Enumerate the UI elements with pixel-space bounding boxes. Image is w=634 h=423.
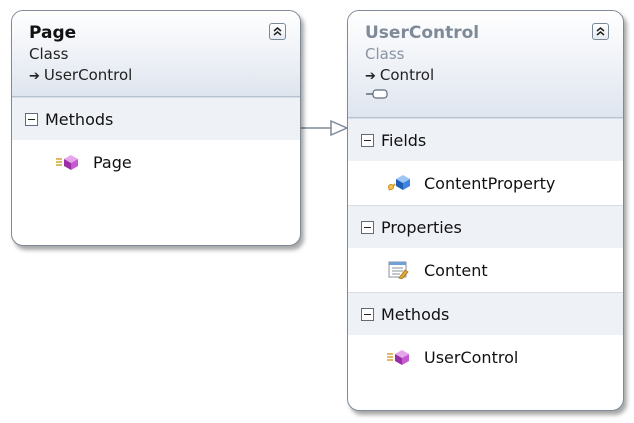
- member-label: ContentProperty: [424, 173, 556, 193]
- member-label: UserControl: [424, 347, 519, 367]
- member-row[interactable]: UserControl: [348, 335, 623, 379]
- member-label: Content: [424, 260, 488, 280]
- member-row[interactable]: Page: [12, 140, 300, 184]
- inheritance-arrowhead: [330, 119, 349, 137]
- collapse-toggle-icon[interactable]: [361, 220, 374, 234]
- class-kind: Class: [29, 45, 69, 63]
- member-label: Page: [93, 152, 132, 172]
- fields-section-header[interactable]: Fields: [348, 118, 623, 161]
- collapse-toggle-icon[interactable]: [361, 133, 374, 147]
- section-label: Properties: [381, 217, 462, 237]
- method-icon: [56, 155, 78, 170]
- method-icon: [387, 350, 409, 365]
- interface-lollipop-icon: [366, 89, 388, 99]
- base-type-label: Control: [379, 66, 435, 84]
- member-row[interactable]: ContentProperty: [348, 161, 623, 205]
- property-icon: [388, 261, 409, 279]
- methods-section-header[interactable]: Methods: [348, 292, 623, 335]
- section-label: Methods: [381, 304, 450, 324]
- inherits-arrow-icon: ➔: [29, 69, 40, 84]
- class-title: Page: [29, 23, 77, 43]
- class-kind: Class: [365, 45, 405, 63]
- collapse-button[interactable]: [269, 23, 286, 40]
- usercontrol-class-header[interactable]: UserControl Class ➔ Control: [348, 11, 623, 118]
- inherits-arrow-icon: ➔: [365, 69, 376, 84]
- collapse-button[interactable]: [592, 23, 609, 40]
- section-label: Fields: [381, 130, 427, 150]
- field-icon: [388, 175, 410, 191]
- section-label: Methods: [45, 109, 114, 129]
- class-title: UserControl: [365, 23, 480, 43]
- page-class-header[interactable]: Page Class ➔ UserControl: [12, 11, 300, 97]
- double-chevron-up-icon: [596, 27, 605, 36]
- base-type: ➔ UserControl: [29, 64, 286, 88]
- base-type-label: UserControl: [43, 66, 133, 84]
- base-type: ➔ Control: [365, 64, 609, 88]
- properties-section-header[interactable]: Properties: [348, 205, 623, 248]
- collapse-toggle-icon[interactable]: [361, 307, 374, 321]
- collapse-toggle-icon[interactable]: [25, 112, 38, 126]
- double-chevron-up-icon: [273, 27, 282, 36]
- methods-section-header[interactable]: Methods: [12, 97, 300, 140]
- member-row[interactable]: Content: [348, 248, 623, 292]
- page-class-shape[interactable]: Page Class ➔ UserControl Methods Page: [11, 10, 301, 246]
- usercontrol-class-shape[interactable]: UserControl Class ➔ Control Fields Conten…: [347, 10, 624, 411]
